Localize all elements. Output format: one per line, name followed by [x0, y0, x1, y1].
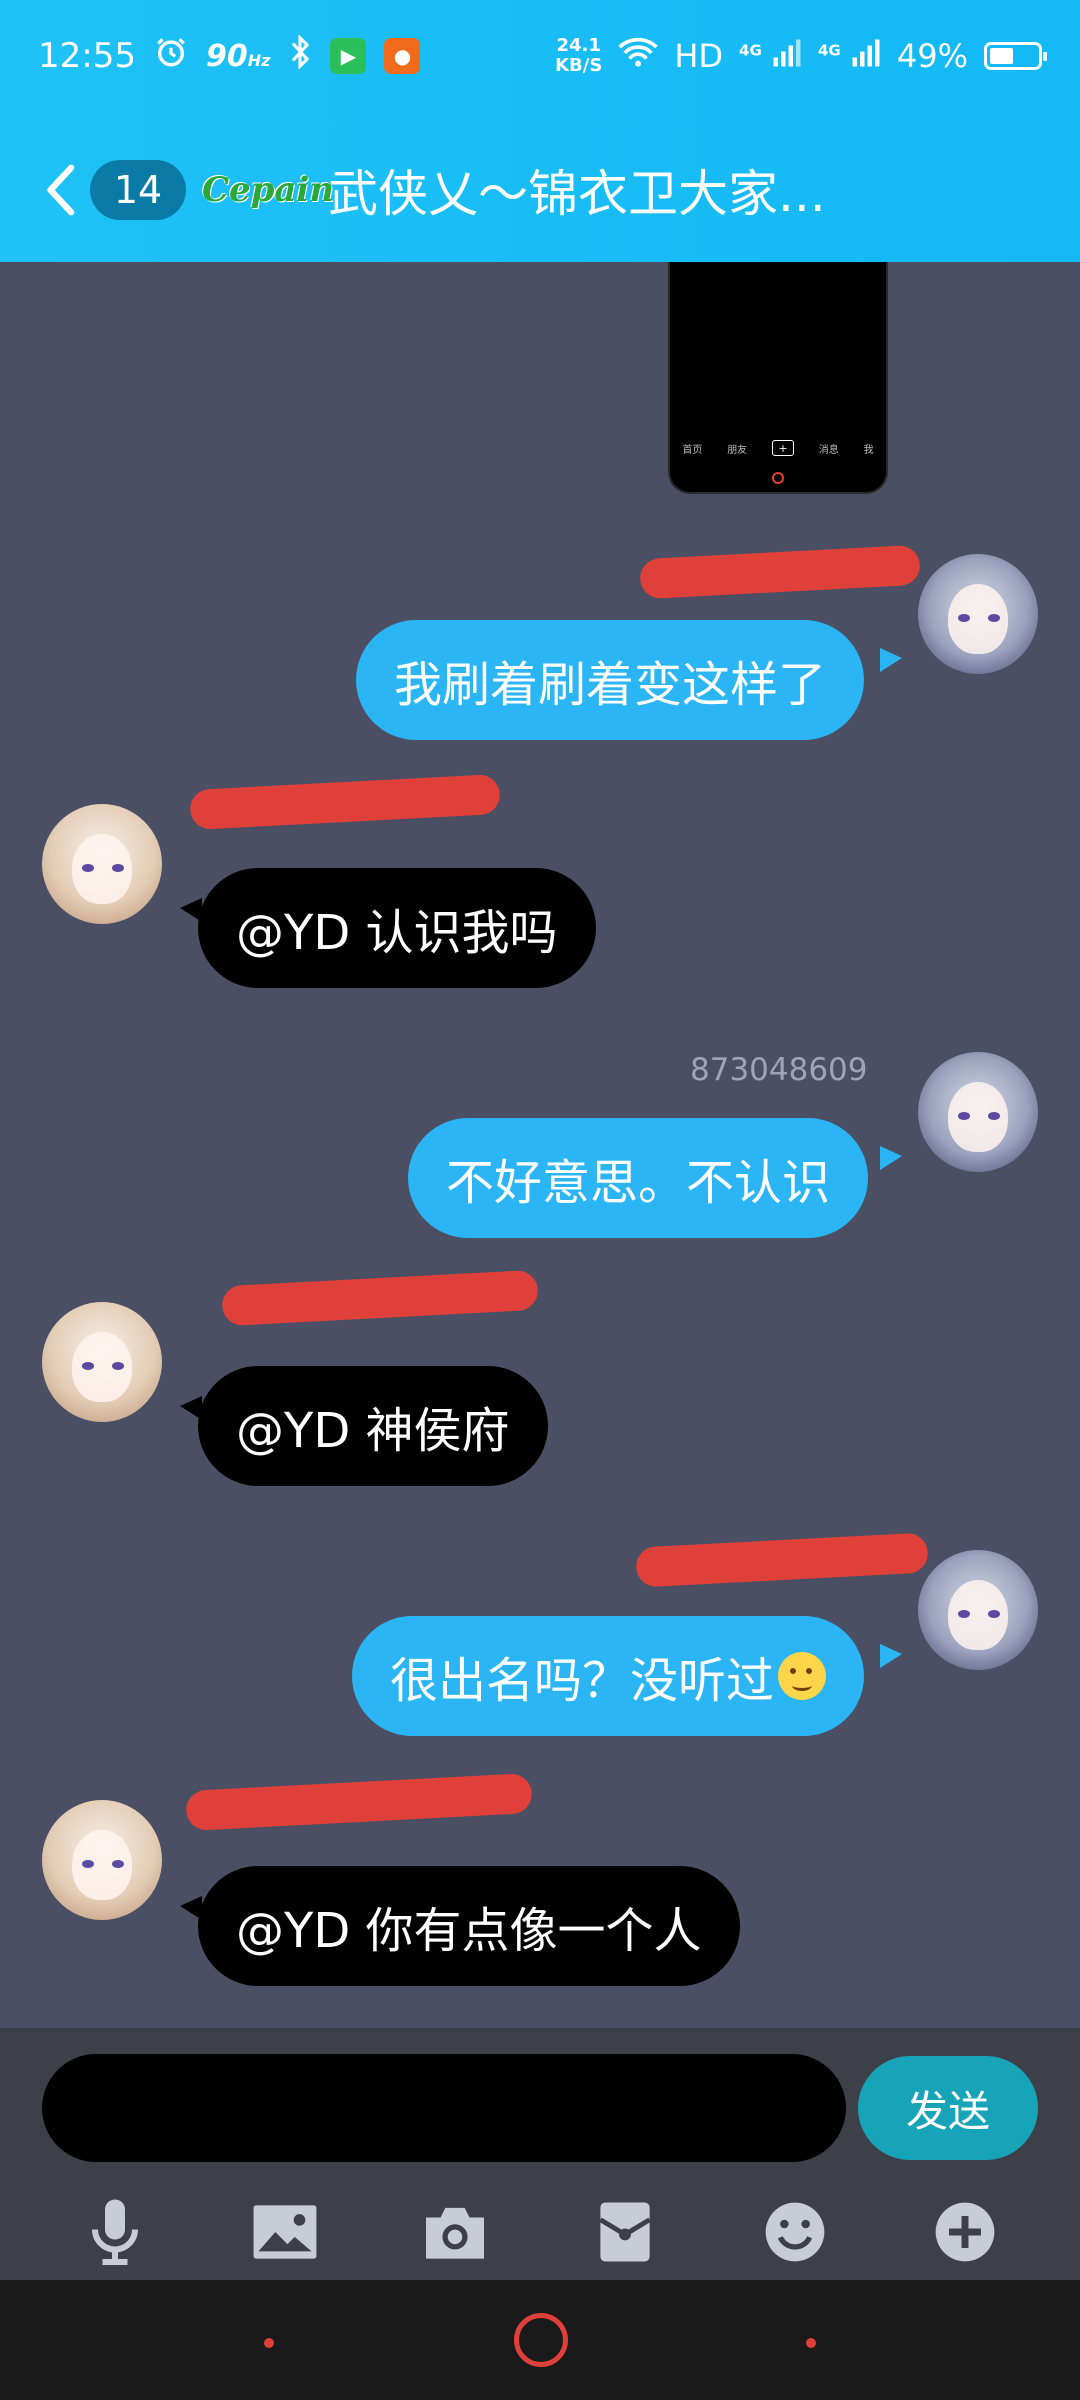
red-packet-icon[interactable] [580, 2187, 670, 2277]
system-navigation-bar [0, 2280, 1080, 2400]
unread-count-badge[interactable]: 14 [90, 160, 186, 220]
message-text: 我刷着刷着变这样了 [394, 657, 827, 713]
message-bubble[interactable]: 不好意思。不认识 [408, 1118, 869, 1238]
message-bubble[interactable]: 很出名吗？没听过 [352, 1616, 865, 1736]
video-app-icon: ▶ [330, 38, 367, 74]
avatar[interactable] [918, 554, 1038, 674]
signal-2: 4G [818, 37, 881, 75]
redaction-mark [185, 1772, 533, 1832]
back-arrow-icon[interactable] [44, 160, 84, 220]
avatar[interactable] [42, 1302, 162, 1422]
battery-percent: 49% [896, 37, 968, 75]
screenshot-nav-item: 消息 [818, 444, 839, 456]
screenshot-nav: 首页 朋友 + 消息 我 [670, 440, 886, 456]
bubble-tail [180, 898, 202, 922]
screenshot-nav-item: 朋友 [727, 444, 748, 456]
message-text: 很出名吗？没听过 [390, 1653, 775, 1709]
input-bar: 发送 [0, 2028, 1080, 2280]
bubble-tail [180, 1896, 202, 1920]
back-button[interactable] [806, 2338, 816, 2348]
smile-emoji-icon [778, 1652, 827, 1700]
alarm-icon [154, 35, 188, 78]
hd-label: HD [674, 37, 724, 75]
signal-1: 4G [739, 37, 802, 75]
redaction-mark [639, 544, 921, 600]
home-button[interactable] [514, 2313, 568, 2367]
input-toolbar [0, 2184, 1080, 2280]
menu-button[interactable] [264, 2338, 274, 2348]
group-logo: Cepain [201, 170, 335, 210]
message-bubble[interactable]: @YD 神侯府 [198, 1366, 548, 1486]
message-text: @YD 认识我吗 [236, 905, 558, 961]
message-text: @YD 神侯府 [236, 1403, 510, 1459]
chat-title[interactable]: 武侠乂～锦衣卫大家... [328, 154, 826, 226]
redaction-mark [221, 1269, 539, 1327]
screenshot-nav-item: 我 [863, 444, 874, 456]
bluetooth-icon [288, 33, 312, 78]
bubble-tail [180, 1396, 202, 1420]
refresh-rate: 90Hz [205, 38, 271, 74]
sender-id: 873048609 [690, 1052, 868, 1088]
avatar[interactable] [42, 1800, 162, 1920]
avatar[interactable] [918, 1052, 1038, 1172]
avatar[interactable] [42, 804, 162, 924]
bubble-tail [880, 1644, 902, 1668]
redaction-mark [635, 1532, 929, 1588]
screenshot-nav-item: + [771, 440, 794, 456]
emoji-icon[interactable] [750, 2187, 840, 2277]
kuaishou-app-icon: ● [384, 38, 421, 74]
camera-icon[interactable] [410, 2187, 500, 2277]
net-speed: 24.1 KB/S [555, 35, 603, 76]
image-icon[interactable] [240, 2187, 330, 2277]
title-bar: 14 Cepain 武侠乂～锦衣卫大家... [0, 150, 1080, 230]
avatar[interactable] [918, 1550, 1038, 1670]
bubble-tail [880, 1146, 902, 1170]
redaction-mark [189, 773, 501, 831]
wifi-icon [618, 36, 658, 76]
message-text: 不好意思。不认识 [446, 1155, 831, 1211]
message-text: @YD 你有点像一个人 [236, 1903, 702, 1959]
battery-icon [984, 42, 1047, 70]
send-button[interactable]: 发送 [858, 2056, 1038, 2160]
screenshot-home-icon [772, 472, 784, 484]
plus-icon[interactable] [920, 2187, 1010, 2277]
message-bubble[interactable]: @YD 你有点像一个人 [198, 1866, 740, 1986]
screenshot-nav-item: 首页 [682, 444, 703, 456]
shared-screenshot-image[interactable]: 首页 朋友 + 消息 我 [668, 262, 888, 494]
message-bubble[interactable]: 我刷着刷着变这样了 [356, 620, 865, 740]
message-bubble[interactable]: @YD 认识我吗 [198, 868, 596, 988]
chat-message-list[interactable]: 首页 朋友 + 消息 我 我刷着刷着变这样了 @YD 认识我吗 87304860… [0, 262, 1080, 2028]
status-bar: 12:55 90Hz ▶ ● 24.1 KB/S HD 4G 4G 49% [38, 30, 1047, 82]
status-time: 12:55 [38, 36, 136, 76]
bubble-tail [880, 648, 902, 672]
message-input[interactable] [42, 2054, 846, 2162]
microphone-icon[interactable] [70, 2187, 160, 2277]
chat-header: 12:55 90Hz ▶ ● 24.1 KB/S HD 4G 4G 49% 14… [0, 0, 1080, 262]
